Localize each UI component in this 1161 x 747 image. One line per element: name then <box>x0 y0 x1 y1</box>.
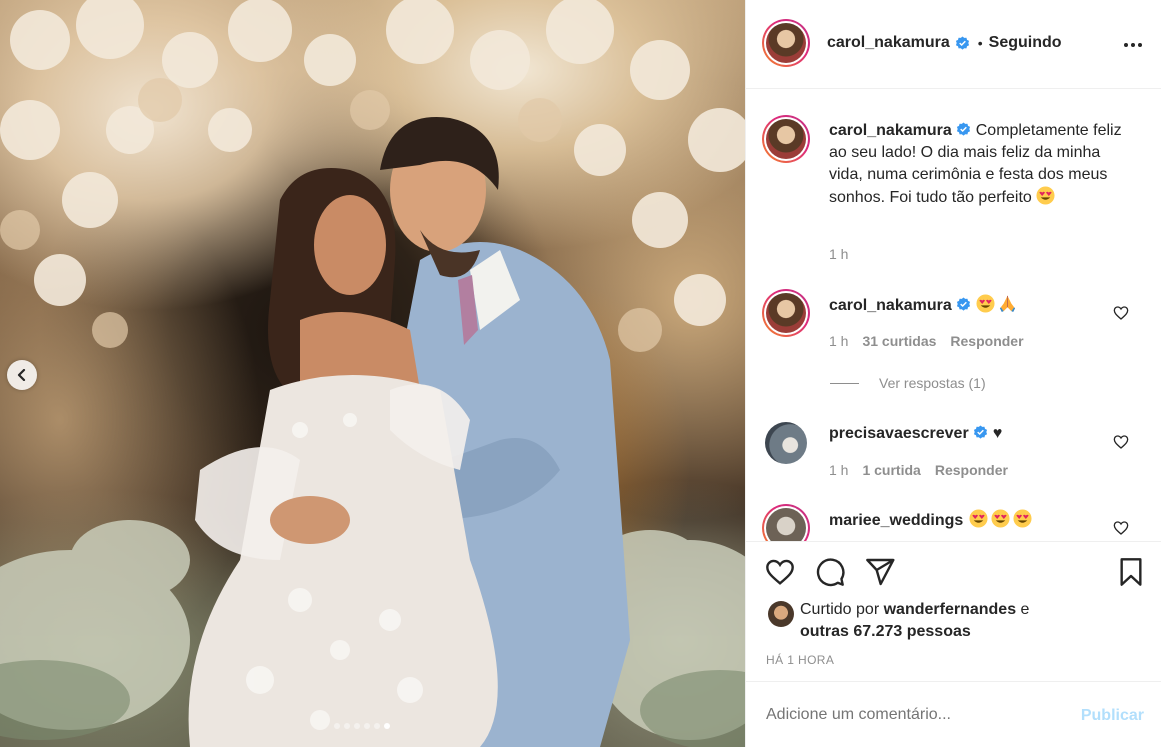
comment-body: ♥ <box>992 425 1003 442</box>
carousel-indicator <box>334 723 390 729</box>
share-paper-plane-icon[interactable] <box>864 556 896 588</box>
comment-likes-link[interactable]: 31 curtidas <box>862 333 936 349</box>
post-details-panel: carol_nakamura • Seguindo carol_nakamura… <box>745 0 1161 747</box>
reply-button[interactable]: Responder <box>950 333 1023 349</box>
heart-eyes-emoji-icon <box>1013 509 1032 528</box>
caption-avatar[interactable] <box>762 115 810 163</box>
comments-list[interactable]: carol_nakamura Completamente feliz ao se… <box>746 90 1161 541</box>
following-button[interactable]: Seguindo <box>989 34 1062 52</box>
post-header: carol_nakamura • Seguindo <box>746 0 1161 89</box>
author-info: carol_nakamura • Seguindo <box>827 34 1062 52</box>
verified-badge-icon <box>956 122 970 136</box>
comment-like-icon[interactable] <box>1113 520 1129 536</box>
likes-summary: Curtido por wanderfernandes e outras 67.… <box>800 599 1130 643</box>
carousel-dot <box>374 723 380 729</box>
comment-time: 1 h <box>829 462 849 478</box>
comment-avatar[interactable] <box>762 504 810 541</box>
comment-text: precisavaescrever ♥ <box>829 423 1129 445</box>
caption-text: carol_nakamura Completamente feliz ao se… <box>829 120 1129 209</box>
verified-badge-icon <box>973 425 987 439</box>
caption-username[interactable]: carol_nakamura <box>829 122 952 139</box>
chevron-left-icon <box>17 369 26 381</box>
carousel-dot <box>364 723 370 729</box>
comment-username[interactable]: carol_nakamura <box>829 297 952 314</box>
likes-prefix: Curtido por <box>800 601 880 618</box>
comment-username[interactable]: mariee_weddings <box>829 512 963 529</box>
comment-input[interactable] <box>766 706 1066 724</box>
post-actions: Curtido por wanderfernandes e outras 67.… <box>746 541 1161 681</box>
carousel-dot <box>334 723 340 729</box>
view-replies-button[interactable]: Ver respostas (1) <box>830 375 986 391</box>
heart-eyes-emoji-icon <box>969 509 988 528</box>
heart-eyes-emoji-icon <box>976 294 995 313</box>
author-username[interactable]: carol_nakamura <box>827 34 950 52</box>
carousel-dot <box>354 723 360 729</box>
comment-text: carol_nakamura <box>829 294 1129 317</box>
likes-connector: e <box>1020 601 1030 618</box>
caption-time: 1 h <box>829 246 849 262</box>
heart-eyes-emoji-icon <box>1036 186 1055 205</box>
reply-button[interactable]: Responder <box>935 462 1008 478</box>
post-photo[interactable] <box>0 0 745 747</box>
verified-badge-icon <box>956 297 970 311</box>
comment-bubble-icon[interactable] <box>814 556 846 588</box>
comment-avatar[interactable] <box>765 422 807 464</box>
header-separator: • <box>977 35 983 51</box>
publish-button[interactable]: Publicar <box>1081 707 1144 725</box>
save-bookmark-icon[interactable] <box>1115 556 1147 588</box>
comment-avatar[interactable] <box>762 289 810 337</box>
verified-badge-icon <box>955 35 969 50</box>
comment-time: 1 h <box>829 333 849 349</box>
carousel-dot <box>344 723 350 729</box>
liker-username[interactable]: wanderfernandes <box>884 601 1016 618</box>
caption-meta: 1 h <box>829 246 848 262</box>
liker-avatar[interactable] <box>768 601 794 627</box>
more-options-icon[interactable] <box>1122 34 1144 56</box>
previous-photo-button[interactable] <box>7 360 37 390</box>
author-avatar[interactable] <box>762 19 810 67</box>
comment-meta: 1 h 31 curtidas Responder <box>829 333 1024 349</box>
comment-username[interactable]: precisavaescrever <box>829 425 969 442</box>
wedding-couple-image <box>0 0 745 747</box>
comment-like-icon[interactable] <box>1113 305 1129 321</box>
like-heart-icon[interactable] <box>764 556 796 588</box>
view-replies-label: Ver respostas (1) <box>879 375 986 391</box>
comment-like-icon[interactable] <box>1113 434 1129 450</box>
comment-text: mariee_weddings <box>829 509 1129 532</box>
add-comment-bar: Publicar <box>746 681 1161 747</box>
post-timestamp[interactable]: HÁ 1 HORA <box>766 653 834 667</box>
folded-hands-emoji-icon <box>999 295 1015 313</box>
heart-eyes-emoji-icon <box>991 509 1010 528</box>
likes-others-link[interactable]: outras 67.273 pessoas <box>800 623 971 640</box>
carousel-dot <box>384 723 390 729</box>
comment-meta: 1 h 1 curtida Responder <box>829 462 1008 478</box>
comment-likes-link[interactable]: 1 curtida <box>862 462 920 478</box>
